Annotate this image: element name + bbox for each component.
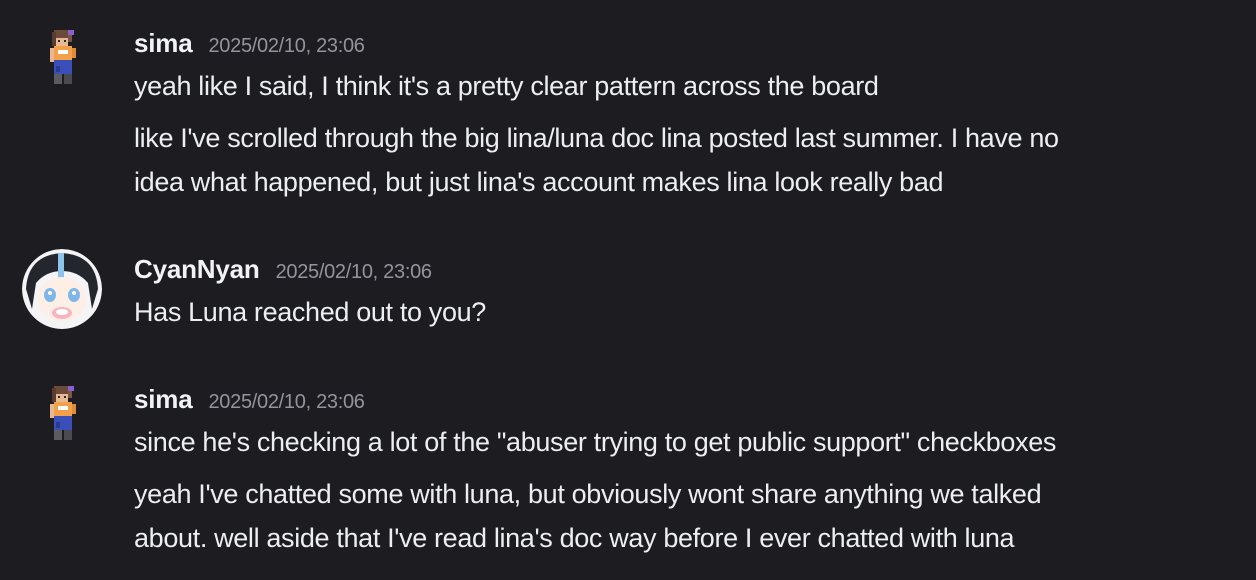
message-text: yeah like I said, I think it's a pretty … <box>134 71 879 101</box>
message-header: sima 2025/02/10, 23:06 <box>134 28 365 58</box>
anime-girl-avatar-icon[interactable] <box>22 249 102 329</box>
timestamp[interactable]: 2025/02/10, 23:06 <box>276 261 432 284</box>
pixel-character-avatar-icon[interactable] <box>22 382 102 462</box>
message-text: Has Luna reached out to you? <box>134 297 486 327</box>
username[interactable]: sima <box>134 384 193 415</box>
username[interactable]: CyanNyan <box>134 254 260 285</box>
username[interactable]: sima <box>134 28 193 59</box>
message-text: about. well aside that I've read lina's … <box>134 523 1015 553</box>
message-text: idea what happened, but just lina's acco… <box>134 167 944 197</box>
message-header: sima 2025/02/10, 23:06 <box>134 384 365 414</box>
message-text: like I've scrolled through the big lina/… <box>134 123 1059 153</box>
message-text: yeah I've chatted some with luna, but ob… <box>134 479 1042 509</box>
timestamp[interactable]: 2025/02/10, 23:06 <box>208 391 364 414</box>
message-text: since he's checking a lot of the "abuser… <box>134 427 1057 457</box>
pixel-character-avatar-icon[interactable] <box>22 26 102 106</box>
message-header: CyanNyan 2025/02/10, 23:06 <box>134 254 432 284</box>
timestamp[interactable]: 2025/02/10, 23:06 <box>208 35 364 58</box>
